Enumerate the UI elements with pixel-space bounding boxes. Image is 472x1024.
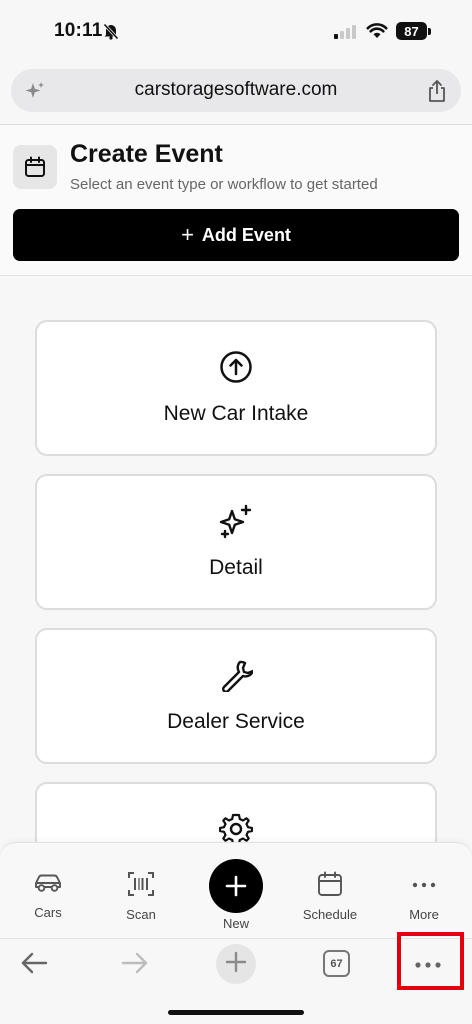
gear-icon	[37, 812, 435, 846]
arrow-up-circle-icon	[37, 350, 435, 384]
nav-label: Schedule	[302, 907, 358, 922]
battery-indicator: 87	[396, 22, 427, 40]
nav-label: Scan	[126, 907, 156, 922]
ellipsis-icon	[411, 871, 437, 902]
page-header: Create Event Select an event type or wor…	[0, 125, 472, 275]
event-card-label: New Car Intake	[163, 402, 309, 425]
calendar-icon	[317, 871, 343, 902]
status-bar: 10:11 87	[0, 0, 472, 62]
plus-icon: +	[181, 222, 194, 247]
address-bar[interactable]: carstoragesoftware.com	[11, 69, 461, 112]
add-event-button[interactable]: + Add Event	[13, 209, 459, 261]
page-subtitle: Select an event type or workflow to get …	[70, 176, 378, 193]
home-indicator	[168, 1010, 304, 1015]
nav-label: New	[222, 916, 249, 931]
car-icon	[33, 871, 63, 900]
nav-cars[interactable]: Cars	[8, 871, 88, 920]
back-arrow-icon[interactable]	[20, 951, 48, 980]
battery-tip	[428, 28, 431, 35]
event-card-detail[interactable]: Detail	[35, 474, 437, 610]
event-card-label: Detail	[209, 556, 263, 579]
status-time: 10:11	[54, 20, 103, 41]
url-text[interactable]: carstoragesoftware.com	[11, 79, 461, 101]
cellular-signal-icon	[334, 25, 356, 39]
event-card-label: Dealer Service	[167, 710, 305, 733]
nav-label: Cars	[34, 905, 62, 920]
share-icon[interactable]	[427, 79, 447, 108]
wifi-icon	[366, 22, 388, 44]
nav-scan[interactable]: Scan	[101, 871, 181, 922]
event-card-dealer-service[interactable]: Dealer Service	[35, 628, 437, 764]
add-event-label: Add Event	[201, 224, 291, 245]
plus-icon	[225, 870, 247, 902]
nav-schedule[interactable]: Schedule	[290, 871, 370, 922]
app-bottom-nav: Cars Scan New Schedule More	[0, 842, 472, 938]
barcode-scan-icon	[127, 871, 155, 902]
wrench-icon	[37, 658, 435, 692]
more-menu-highlight	[397, 932, 464, 990]
divider	[0, 275, 472, 276]
sparkles-icon	[37, 504, 435, 540]
nav-more[interactable]: More	[384, 871, 464, 922]
nav-new-button[interactable]	[209, 859, 263, 913]
new-tab-button[interactable]	[216, 944, 256, 984]
event-card-new-car-intake[interactable]: New Car Intake	[35, 320, 437, 456]
silent-bell-icon	[102, 22, 120, 45]
nav-label: More	[409, 907, 439, 922]
forward-arrow-icon[interactable]	[121, 951, 149, 980]
plus-icon	[225, 951, 247, 978]
page-title: Create Event	[70, 140, 223, 168]
tab-count-button[interactable]: 67	[323, 950, 350, 977]
calendar-icon	[13, 145, 57, 189]
